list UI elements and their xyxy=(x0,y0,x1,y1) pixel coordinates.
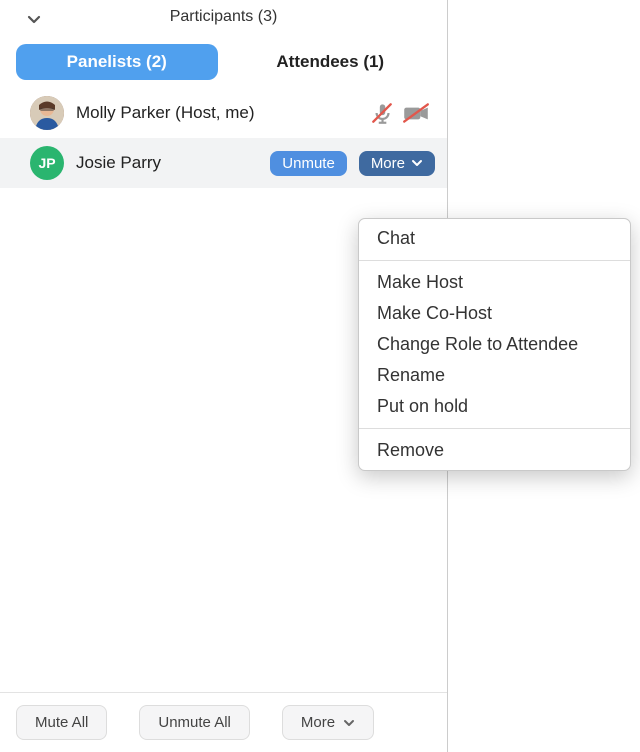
footer-more-button[interactable]: More xyxy=(282,705,374,740)
panelist-list: Molly Parker (Host, me) xyxy=(0,88,447,188)
list-item[interactable]: Molly Parker (Host, me) xyxy=(0,88,447,138)
unmute-button[interactable]: Unmute xyxy=(270,151,347,176)
menu-item-remove[interactable]: Remove xyxy=(359,435,630,466)
footer-more-label: More xyxy=(301,714,335,731)
panel-title: Participants (3) xyxy=(170,8,278,26)
unmute-all-button[interactable]: Unmute All xyxy=(139,705,250,740)
tabs: Panelists (2) Attendees (1) xyxy=(0,32,447,88)
panel-header: Participants (3) xyxy=(0,0,447,32)
mic-muted-icon xyxy=(369,100,395,126)
mute-all-button[interactable]: Mute All xyxy=(16,705,107,740)
menu-item-change-role[interactable]: Change Role to Attendee xyxy=(359,329,630,360)
status-icons xyxy=(369,100,431,126)
footer: Mute All Unmute All More xyxy=(0,692,447,752)
menu-item-chat[interactable]: Chat xyxy=(359,223,630,254)
video-off-icon xyxy=(401,100,431,126)
menu-item-make-host[interactable]: Make Host xyxy=(359,267,630,298)
collapse-chevron-icon[interactable] xyxy=(26,12,42,28)
tab-panelists[interactable]: Panelists (2) xyxy=(16,44,218,80)
more-button[interactable]: More xyxy=(359,151,435,176)
menu-item-rename[interactable]: Rename xyxy=(359,360,630,391)
participant-name: Molly Parker (Host, me) xyxy=(76,103,357,123)
avatar-initials: JP xyxy=(38,155,55,171)
chevron-down-icon xyxy=(411,157,423,169)
avatar: JP xyxy=(30,146,64,180)
more-button-label: More xyxy=(371,155,405,172)
list-item[interactable]: JP Josie Parry Unmute More xyxy=(0,138,447,188)
menu-item-put-on-hold[interactable]: Put on hold xyxy=(359,391,630,422)
menu-separator xyxy=(359,260,630,261)
avatar xyxy=(30,96,64,130)
chevron-down-icon xyxy=(343,717,355,729)
context-menu: Chat Make Host Make Co-Host Change Role … xyxy=(358,218,631,471)
participant-name: Josie Parry xyxy=(76,153,258,173)
tab-attendees[interactable]: Attendees (1) xyxy=(230,44,432,80)
menu-item-make-cohost[interactable]: Make Co-Host xyxy=(359,298,630,329)
menu-separator xyxy=(359,428,630,429)
